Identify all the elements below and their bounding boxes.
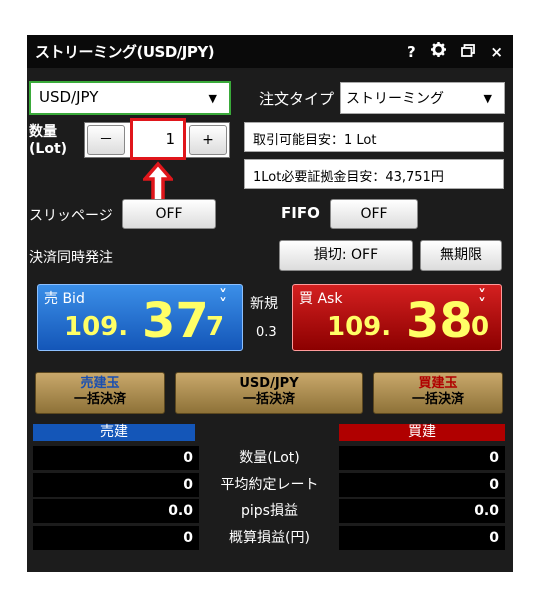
streaming-window: ストリーミング(USD/JPY) ? × USD/JPY ▼ 注文タイプ ストリ…: [27, 35, 513, 572]
table-row-label: 平均約定レート: [220, 477, 319, 493]
tradable-info-text: 取引可能目安：1 Lot: [253, 133, 377, 148]
window-title: ストリーミング(USD/JPY): [35, 43, 215, 61]
chevron-down-icon: ▼: [483, 92, 492, 105]
sell-header: 売建: [33, 424, 195, 441]
table-row-label: pips損益: [241, 503, 298, 519]
sell-bulk-settle-button[interactable]: 売建玉 一括決済: [35, 372, 165, 414]
new-position-label: 新規: [250, 296, 278, 312]
pair-bulk-line1: USD/JPY: [239, 376, 299, 391]
bid-pips: 37: [142, 293, 209, 349]
fifo-label: FIFO: [281, 204, 320, 222]
table-row-label: 概算損益(円): [229, 530, 310, 546]
bid-fraction: 7: [206, 312, 225, 342]
bid-price-button[interactable]: 売 Bid ˅ ˅ 109. 37 7: [37, 284, 243, 351]
table-row-label: 数量(Lot): [239, 450, 300, 466]
sell-cell: 0: [33, 446, 199, 470]
ask-label: 買 Ask: [299, 291, 343, 307]
sell-bulk-line1: 売建玉: [80, 376, 120, 391]
buy-bulk-settle-button[interactable]: 買建玉 一括決済: [373, 372, 503, 414]
tradable-info: 取引可能目安：1 Lot: [244, 122, 504, 152]
ask-fraction: 0: [471, 312, 490, 342]
pair-bulk-settle-button[interactable]: USD/JPY 一括決済: [175, 372, 363, 414]
symbol-select-value: USD/JPY: [39, 88, 99, 106]
settlement-label: 決済同時発注: [29, 250, 113, 266]
quantity-plus-button[interactable]: +: [189, 125, 227, 155]
slippage-label: スリッページ: [29, 208, 113, 224]
expiry-button[interactable]: 無期限: [420, 240, 502, 271]
spread-value: 0.3: [256, 325, 277, 340]
ask-big-figure: 109.: [327, 312, 392, 342]
order-type-value: ストリーミング: [346, 91, 444, 107]
help-icon[interactable]: ?: [407, 43, 416, 61]
quantity-label: 数量 (Lot): [29, 124, 67, 158]
buy-cell: 0: [339, 473, 505, 497]
buy-cell: 0: [339, 446, 505, 470]
fifo-toggle-button[interactable]: OFF: [330, 199, 418, 229]
quantity-input[interactable]: 1: [130, 118, 186, 160]
ask-price-button[interactable]: 買 Ask ˅ ˅ 109. 38 0: [292, 284, 502, 351]
slippage-toggle-button[interactable]: OFF: [122, 199, 216, 229]
double-chevron-down-icon: ˅ ˅: [219, 286, 227, 314]
restore-icon[interactable]: [461, 43, 476, 61]
symbol-select[interactable]: USD/JPY ▼: [29, 81, 231, 115]
sell-cell: 0.0: [33, 499, 199, 523]
sell-cell: 0: [33, 473, 199, 497]
buy-header: 買建: [339, 424, 505, 441]
margin-info: 1Lot必要証拠金目安：43,751円: [244, 159, 504, 189]
sell-bulk-line2: 一括決済: [73, 392, 126, 407]
buy-bulk-line1: 買建玉: [418, 376, 458, 391]
close-icon[interactable]: ×: [490, 43, 503, 61]
quantity-minus-button[interactable]: －: [87, 125, 125, 155]
order-type-label: 注文タイプ: [259, 90, 335, 108]
window-controls: ? ×: [397, 42, 503, 61]
buy-cell: 0.0: [339, 499, 505, 523]
pair-bulk-line2: 一括決済: [242, 392, 295, 407]
quantity-label-line1: 数量: [29, 124, 57, 140]
buy-cell: 0: [339, 526, 505, 550]
stop-loss-button[interactable]: 損切: OFF: [279, 240, 413, 271]
title-bar[interactable]: ストリーミング(USD/JPY) ? ×: [27, 35, 513, 68]
order-type-select[interactable]: ストリーミング ▼: [340, 82, 505, 114]
bid-big-figure: 109.: [64, 312, 129, 342]
ask-pips: 38: [406, 293, 473, 349]
double-chevron-down-icon: ˅ ˅: [478, 286, 486, 314]
sell-cell: 0: [33, 526, 199, 550]
bid-label: 売 Bid: [44, 291, 85, 307]
buy-bulk-line2: 一括決済: [411, 392, 464, 407]
gear-icon[interactable]: [430, 42, 446, 61]
chevron-down-icon: ▼: [208, 92, 217, 105]
margin-info-text: 1Lot必要証拠金目安：43,751円: [253, 170, 444, 185]
quantity-value: 1: [165, 130, 175, 148]
quantity-label-line2: (Lot): [29, 141, 68, 157]
